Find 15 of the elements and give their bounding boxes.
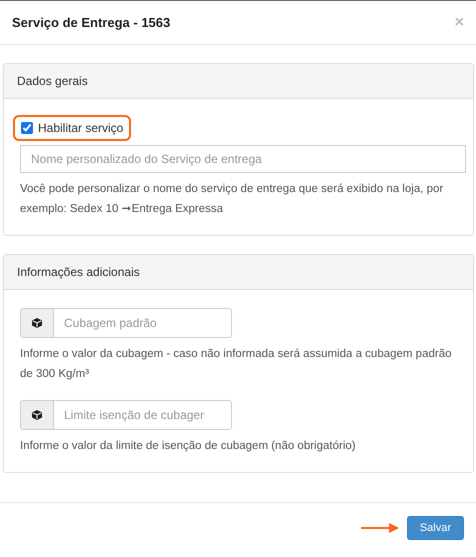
close-button[interactable]: × [454,14,464,32]
input-field[interactable]: Nome personalizado do Serviço de entrega [20,145,466,173]
input-field[interactable]: Limite isenção de cubager [20,400,232,430]
help-text: Você pode personalizar o nome do serviço de entrega que será exibido na loja, por exemplo: Sedex 10 ➞Entrega Expressa [20,182,444,217]
checkbox[interactable] [21,122,33,134]
panel-title: Dados gerais [17,74,88,88]
panel-title: Informações adicionais [17,265,140,279]
cube-icon [31,317,43,329]
cube-icon [31,409,43,421]
input-field[interactable]: Cubagem padrão [20,308,232,338]
dialog-title: Serviço de Entrega - 1563 [12,15,170,30]
help-text: Informe o valor da limite de isenção de cubagem (não obrigatório) [20,439,357,454]
checkbox-label[interactable]: Habilitar serviço [38,121,124,135]
help-text: Informe o valor da cubagem - caso não informada será assumida a cubagem padrão de 300 Kg/m³ [20,347,452,382]
save-button[interactable]: Salvar [406,516,464,540]
